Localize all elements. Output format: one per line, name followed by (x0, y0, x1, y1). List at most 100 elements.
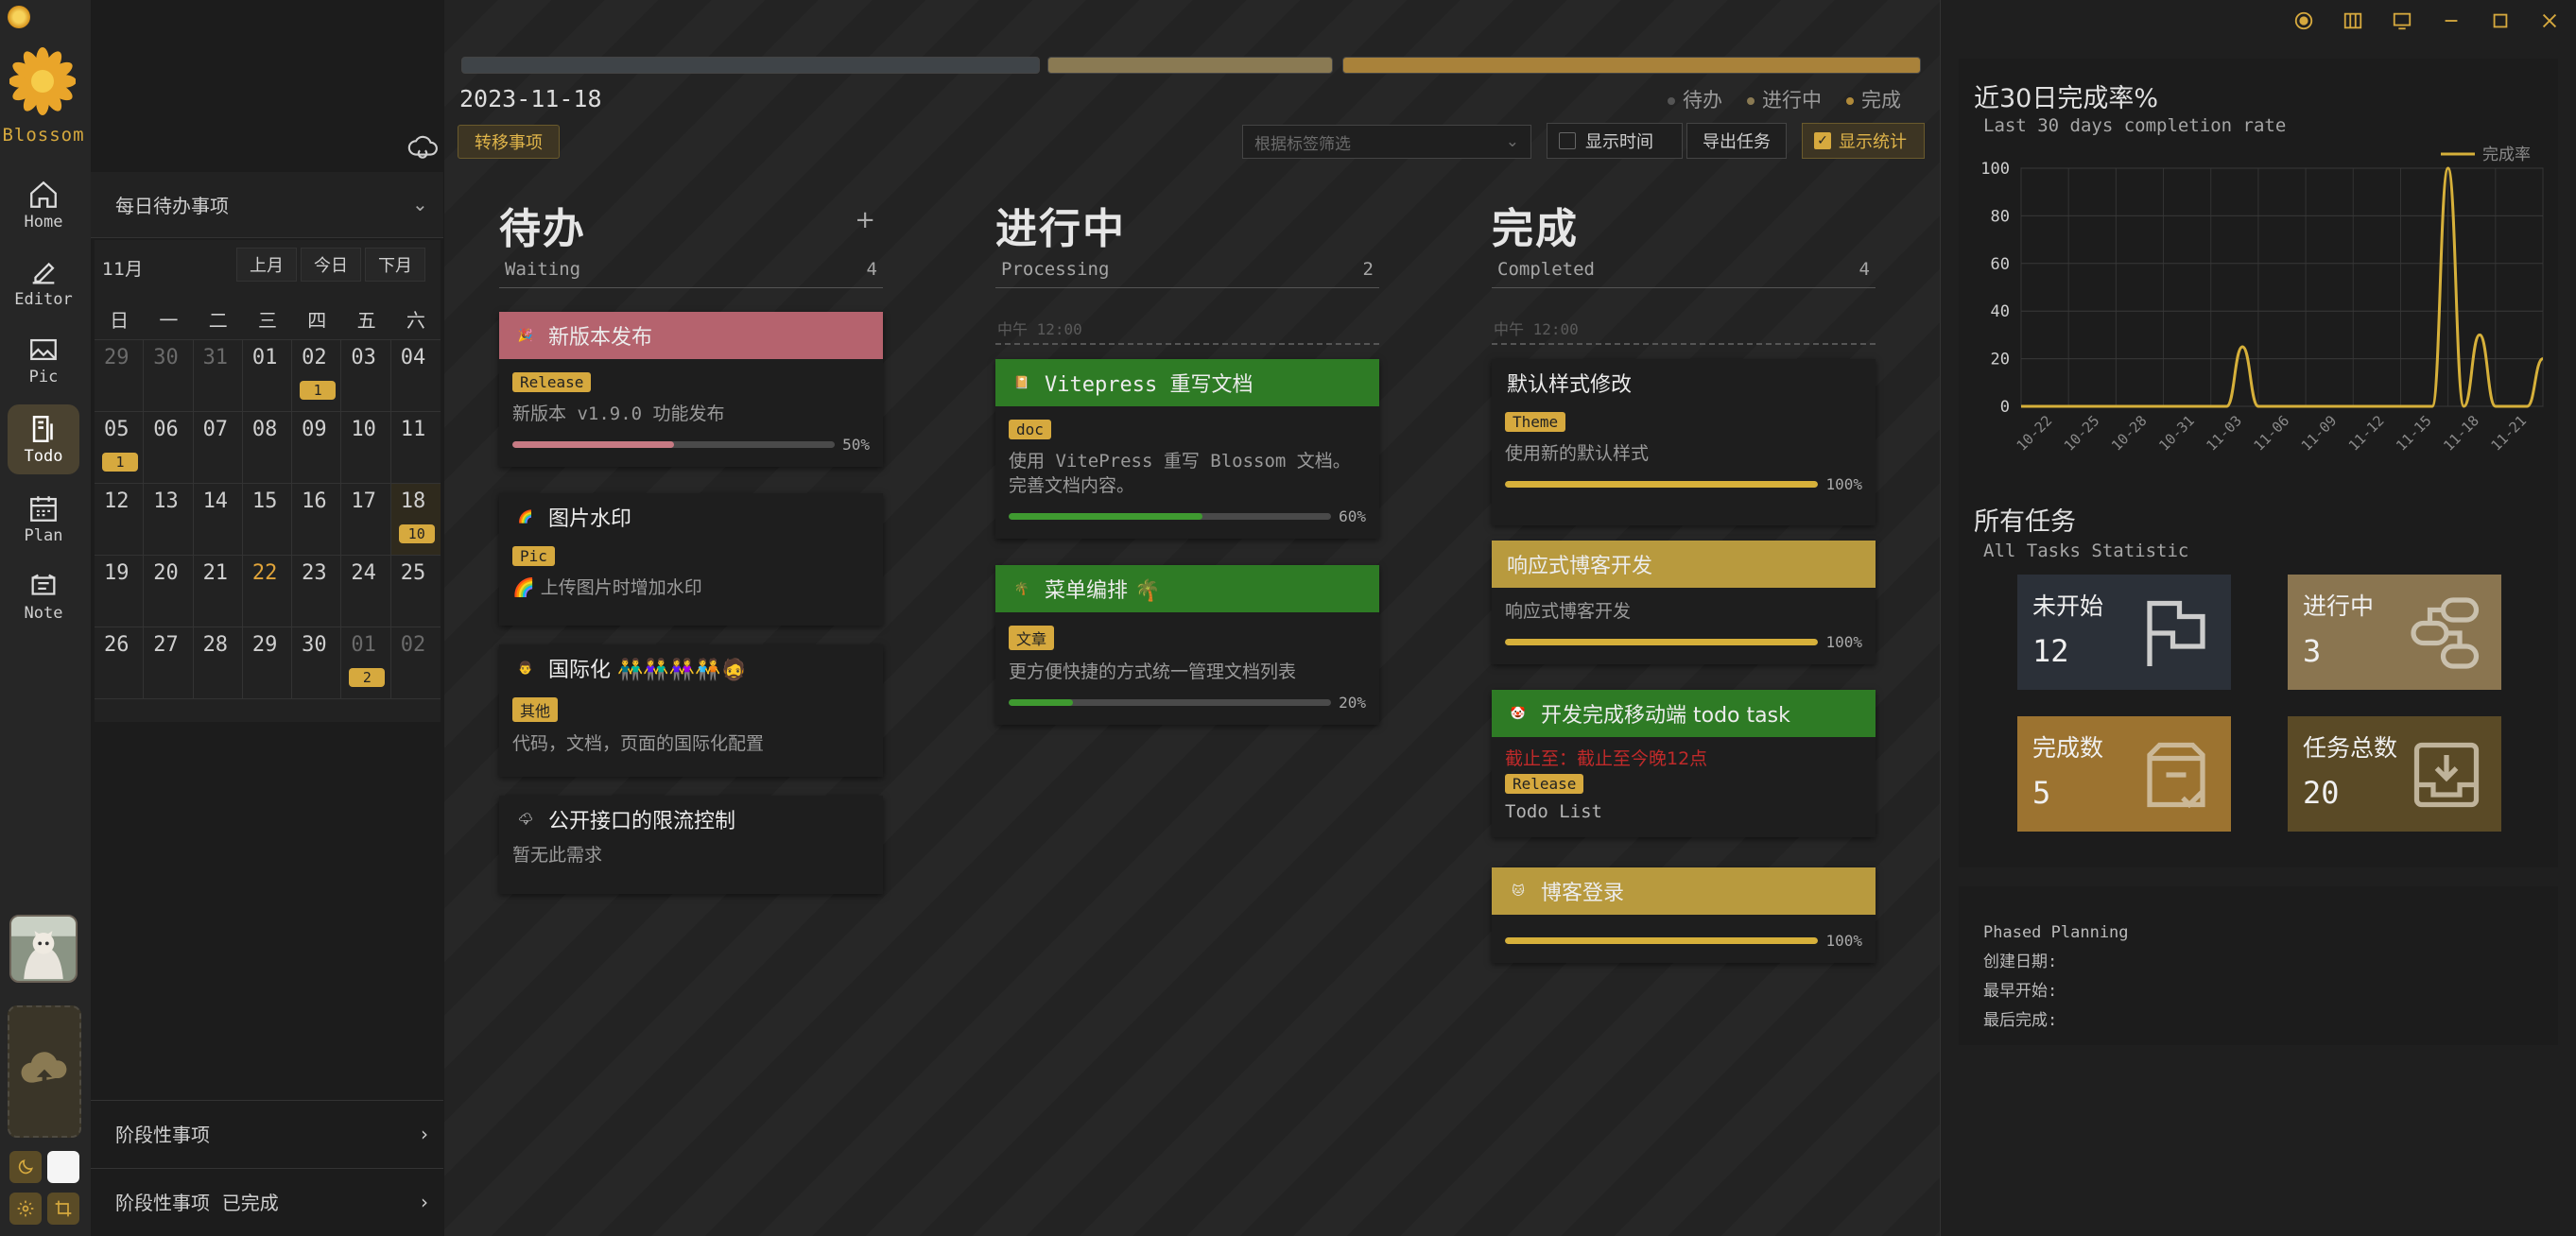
calendar-day[interactable]: 04 (391, 340, 441, 411)
calendar-day[interactable]: 21 (194, 556, 243, 627)
crop-button[interactable] (47, 1193, 79, 1225)
nav-home[interactable]: Home (8, 170, 79, 240)
task-card[interactable]: 默认样式修改 Theme 使用新的默认样式 100% (1492, 359, 1876, 525)
dark-mode-button[interactable] (9, 1151, 42, 1183)
task-card[interactable]: 🤡 开发完成移动端 todo task 截止至：截止至今晚12点 Release … (1492, 690, 1876, 837)
book-icon[interactable] (2340, 8, 2366, 34)
phase-done-row[interactable]: 阶段性事项 已完成 › (91, 1168, 443, 1234)
next-month-button[interactable]: 下月 (365, 248, 425, 282)
calendar-day[interactable]: 23 (292, 556, 342, 627)
monitor-icon[interactable] (2389, 8, 2415, 34)
legend-processing: 进行中 (1747, 85, 1822, 113)
calendar-day[interactable]: 08 (243, 412, 293, 483)
nav-editor[interactable]: Editor (8, 248, 79, 318)
calendar-day[interactable]: 29 (95, 340, 145, 411)
prev-month-button[interactable]: 上月 (236, 248, 297, 282)
minimize-icon[interactable] (2438, 8, 2464, 34)
user-avatar[interactable] (9, 915, 78, 983)
calendar-day[interactable]: 26 (95, 627, 145, 698)
calendar-day[interactable]: 11 (391, 412, 441, 483)
day-number: 07 (202, 418, 229, 441)
tag-filter-select[interactable]: 根据标签筛选 ⌄ (1242, 125, 1531, 159)
processing-progress-segment (1047, 57, 1333, 74)
calendar-day[interactable]: 24 (341, 556, 391, 627)
rainbow-icon: 🌈 (517, 509, 534, 524)
calendar-day[interactable]: 30 (292, 627, 342, 698)
calendar-day[interactable]: 30 (144, 340, 194, 411)
calendar-day[interactable]: 02 (391, 627, 441, 698)
calendar-day[interactable]: 05 1 (95, 412, 145, 483)
calendar-day[interactable]: 25 (391, 556, 441, 627)
x-tick-label: 11-03 (2203, 412, 2245, 455)
calendar-day[interactable]: 17 (341, 484, 391, 555)
card-description: 🌈 上传图片时增加水印 (512, 575, 870, 600)
calendar-day[interactable]: 06 (144, 412, 194, 483)
nav-note[interactable]: Note (8, 561, 79, 631)
nav-plan[interactable]: Plan (8, 484, 79, 554)
task-card[interactable]: 🌩 公开接口的限流控制 暂无此需求 (499, 796, 883, 894)
logo[interactable] (9, 45, 77, 117)
cloud-sync-button[interactable] (406, 130, 439, 163)
calendar-day[interactable]: 02 1 (292, 340, 342, 411)
calendar-day[interactable]: 13 (144, 484, 194, 555)
calendar-day[interactable]: 01 2 (341, 627, 391, 698)
task-card[interactable]: 👨 国际化 👬👫👭🧑‍🤝‍🧑🧔 其他 代码，文档，页面的国际化配置 (499, 644, 883, 777)
today-button[interactable]: 今日 (301, 248, 361, 282)
calendar-day[interactable]: 29 (243, 627, 293, 698)
calendar-day[interactable]: 27 (144, 627, 194, 698)
task-card[interactable]: 📔 Vitepress 重写文档 doc 使用 VitePress 重写 Blos… (995, 359, 1379, 539)
column-subtitle: Waiting (505, 259, 581, 280)
task-card[interactable]: 🐱 博客登录 100% (1492, 867, 1876, 963)
clown-icon: 🤡 (1510, 706, 1527, 721)
calendar-day[interactable]: 19 (95, 556, 145, 627)
show-stats-toggle[interactable]: ✓ 显示统计 (1802, 123, 1925, 159)
nav-todo[interactable]: Todo (8, 404, 79, 474)
phase-items-row[interactable]: 阶段性事项 › (91, 1100, 443, 1166)
task-card[interactable]: 🌴 菜单编排 🌴 文章 更方便快捷的方式统一管理文档列表 20% (995, 565, 1379, 725)
nav-pic[interactable]: Pic (8, 325, 79, 395)
calendar-day[interactable]: 31 (194, 340, 243, 411)
x-tick-label: 11-15 (2393, 412, 2435, 455)
weekday-label: 一 (159, 309, 179, 332)
show-time-toggle[interactable]: 显示时间 (1547, 123, 1683, 159)
calendar-day[interactable]: 14 (194, 484, 243, 555)
calendar-day[interactable]: 20 (144, 556, 194, 627)
upload-button[interactable] (8, 1005, 81, 1138)
calendar-day[interactable]: 22 (243, 556, 293, 627)
day-number: 18 (400, 489, 426, 513)
task-card[interactable]: 响应式博客开发 响应式博客开发 100% (1492, 541, 1876, 664)
close-icon[interactable] (2536, 8, 2563, 34)
calendar-day[interactable]: 03 (341, 340, 391, 411)
day-number: 05 (104, 418, 130, 441)
blossom-app: Blossom Home Editor Pic Todo Plan Note 每… (0, 0, 2576, 1236)
calendar-day[interactable]: 09 (292, 412, 342, 483)
calendar-day[interactable]: 16 (292, 484, 342, 555)
calendar-day[interactable]: 28 (194, 627, 243, 698)
progress-percent: 50% (842, 436, 870, 454)
transfer-button[interactable]: 转移事项 (458, 125, 560, 159)
calendar-day[interactable]: 07 (194, 412, 243, 483)
progress-bar: 50% (512, 436, 870, 454)
calendar-day[interactable]: 01 (243, 340, 293, 411)
record-icon[interactable] (2291, 8, 2317, 34)
task-card[interactable]: 🎉 新版本发布 Release 新版本 v1.9.0 功能发布 50% (499, 312, 883, 467)
cloud-sync-icon (407, 135, 438, 159)
calendar-day[interactable]: 10 (341, 412, 391, 483)
theme-switch (9, 1151, 79, 1183)
calendar-day[interactable]: 15 (243, 484, 293, 555)
chevron-down-icon[interactable]: ⌄ (412, 193, 428, 215)
y-tick-label: 60 (1991, 255, 2010, 274)
calendar-day[interactable]: 18 10 (390, 484, 441, 555)
archive-check-icon (2147, 742, 2205, 809)
day-number: 10 (351, 418, 376, 441)
crop-icon (55, 1200, 72, 1217)
progress-bar: 20% (1009, 694, 1366, 712)
add-task-button[interactable]: + (855, 206, 875, 234)
time-divider: 中午 12:00 (1492, 317, 1876, 345)
task-card[interactable]: 🌈 图片水印 Pic 🌈 上传图片时增加水印 (499, 493, 883, 626)
calendar-day[interactable]: 12 (95, 484, 145, 555)
light-mode-button[interactable] (47, 1151, 79, 1183)
settings-button[interactable] (9, 1193, 42, 1225)
export-button[interactable]: 导出任务 (1686, 123, 1787, 159)
maximize-icon[interactable] (2487, 8, 2514, 34)
